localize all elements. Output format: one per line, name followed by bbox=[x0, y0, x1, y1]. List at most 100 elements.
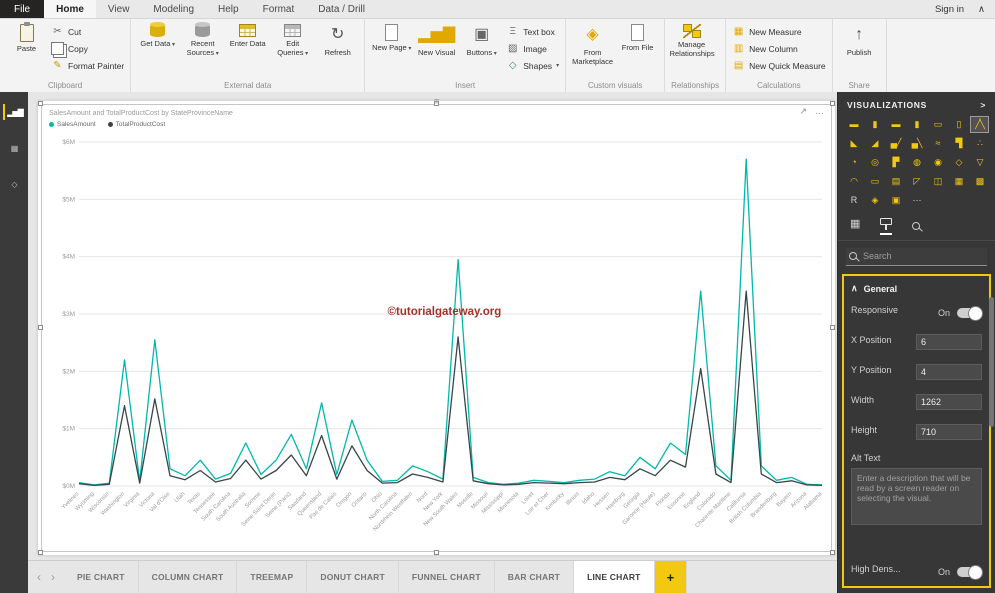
visual-type-100-stacked-bar-chart[interactable]: ▭ bbox=[928, 116, 947, 133]
visual-type-shape-map[interactable]: ◇ bbox=[949, 154, 968, 171]
report-page[interactable]: ≡ ↗ … SalesAmount and TotalProductCost b… bbox=[38, 96, 835, 555]
visual-type-r-script-visual[interactable]: R bbox=[844, 192, 863, 209]
responsive-toggle[interactable] bbox=[957, 305, 983, 321]
page-tab-column-chart[interactable]: COLUMN CHART bbox=[139, 561, 238, 593]
report-view-icon[interactable]: ▂▅▇ bbox=[3, 104, 25, 120]
ribbon-tab-modeling[interactable]: Modeling bbox=[141, 0, 206, 18]
image-button[interactable]: ▨ Image bbox=[506, 42, 559, 55]
visual-type-multi-row-card[interactable]: ▤ bbox=[886, 173, 905, 190]
visual-type-table[interactable]: ▦ bbox=[949, 173, 968, 190]
shapes-button[interactable]: ◇ Shapes ▾ bbox=[506, 59, 559, 72]
ribbon-tab-view[interactable]: View bbox=[96, 0, 142, 18]
visual-type-slicer[interactable]: ◫ bbox=[928, 173, 947, 190]
resize-handle[interactable] bbox=[830, 325, 835, 330]
visual-type-custom-visual[interactable]: ▣ bbox=[886, 192, 905, 209]
visual-type-pie-chart[interactable]: ◔ bbox=[844, 154, 863, 171]
search-box[interactable] bbox=[846, 248, 987, 266]
new-visual-button[interactable]: ▂▅▇ New Visual bbox=[416, 22, 457, 58]
x-position-input[interactable] bbox=[916, 334, 982, 350]
visual-type-map[interactable]: ◍ bbox=[907, 154, 926, 171]
visual-type-line-and-stacked-column-chart[interactable]: ▄╱ bbox=[886, 135, 905, 152]
visual-type-arcgis-map[interactable]: ◈ bbox=[865, 192, 884, 209]
data-view-icon[interactable]: ▦ bbox=[3, 140, 25, 156]
page-tab-donut-chart[interactable]: DONUT CHART bbox=[307, 561, 399, 593]
sign-in-link[interactable]: Sign in bbox=[935, 4, 964, 15]
page-tab-treemap[interactable]: TREEMAP bbox=[237, 561, 308, 593]
more-options-icon[interactable]: … bbox=[815, 106, 824, 117]
resize-handle[interactable] bbox=[830, 550, 835, 555]
fields-tab[interactable]: ▦ bbox=[850, 218, 860, 235]
new-column-button[interactable]: ▥ New Column bbox=[732, 42, 826, 55]
text-box-button[interactable]: Ξ Text box bbox=[506, 25, 559, 38]
new-page-button[interactable]: New Page ▾ bbox=[371, 22, 412, 53]
collapse-pane-icon[interactable]: > bbox=[980, 100, 986, 110]
visual-type-gauge[interactable]: ◠ bbox=[844, 173, 863, 190]
visual-type-card[interactable]: ▭ bbox=[865, 173, 884, 190]
drag-grip-icon[interactable]: ≡ bbox=[434, 96, 440, 107]
copy-button[interactable]: Copy bbox=[51, 42, 124, 55]
height-input[interactable] bbox=[916, 424, 982, 440]
ribbon-tab-file[interactable]: File bbox=[0, 0, 45, 18]
visual-type-donut-chart[interactable]: ◎ bbox=[865, 154, 884, 171]
ribbon-tab-data-drill[interactable]: Data / Drill bbox=[306, 0, 377, 18]
y-position-input[interactable] bbox=[916, 364, 982, 380]
visual-type-stacked-bar-chart[interactable]: ▬ bbox=[844, 116, 863, 133]
general-section-header[interactable]: ∧ General bbox=[851, 281, 982, 298]
visual-type-filled-map[interactable]: ◉ bbox=[928, 154, 947, 171]
visual-type-waterfall-chart[interactable]: ▜ bbox=[949, 135, 968, 152]
next-page-arrow[interactable]: › bbox=[46, 561, 60, 593]
paste-button[interactable]: Paste bbox=[6, 22, 47, 53]
resize-handle[interactable] bbox=[38, 550, 43, 555]
visual-type-treemap[interactable]: ▛ bbox=[886, 154, 905, 171]
model-view-icon[interactable]: ◇ bbox=[3, 176, 25, 192]
new-measure-button[interactable]: ▦ New Measure bbox=[732, 25, 826, 38]
from-marketplace-button[interactable]: ◈ From Marketplace bbox=[572, 22, 613, 67]
ribbon-tab-format[interactable]: Format bbox=[251, 0, 307, 18]
ribbon-tab-help[interactable]: Help bbox=[206, 0, 251, 18]
high-dens-toggle[interactable] bbox=[957, 564, 983, 580]
width-input[interactable] bbox=[916, 394, 982, 410]
recent-sources-button[interactable]: Recent Sources ▾ bbox=[182, 22, 223, 58]
visual-type-line-chart[interactable]: ╱╲ bbox=[970, 116, 989, 133]
page-tab-pie-chart[interactable]: PIE CHART bbox=[64, 561, 139, 593]
manage-relationships-button[interactable]: Manage Relationships bbox=[670, 22, 715, 58]
format-tab[interactable] bbox=[880, 218, 893, 235]
page-tab-bar-chart[interactable]: BAR CHART bbox=[495, 561, 575, 593]
line-chart-visual[interactable]: ≡ ↗ … SalesAmount and TotalProductCost b… bbox=[38, 96, 835, 555]
visual-type-100-stacked-column-chart[interactable]: ▯ bbox=[949, 116, 968, 133]
format-painter-button[interactable]: ✎ Format Painter bbox=[51, 59, 124, 72]
refresh-button[interactable]: ↻ Refresh bbox=[317, 22, 358, 58]
pane-scrollbar[interactable] bbox=[989, 297, 994, 427]
analytics-tab[interactable] bbox=[912, 218, 921, 235]
search-input[interactable] bbox=[863, 251, 984, 261]
ribbon-tab-home[interactable]: Home bbox=[44, 0, 96, 18]
buttons-button[interactable]: ▣ Buttons ▾ bbox=[461, 22, 502, 58]
new-quick-measure-button[interactable]: ▤ New Quick Measure bbox=[732, 59, 826, 72]
visual-type-funnel-chart[interactable]: ▽ bbox=[970, 154, 989, 171]
visual-type-line-and-clustered-column-chart[interactable]: ▄╲ bbox=[907, 135, 926, 152]
visual-type-matrix[interactable]: ▩ bbox=[970, 173, 989, 190]
focus-mode-icon[interactable]: ↗ bbox=[799, 106, 807, 117]
edit-queries-button[interactable]: Edit Queries ▾ bbox=[272, 22, 313, 58]
alt-text-input[interactable] bbox=[851, 468, 982, 525]
enter-data-button[interactable]: Enter Data bbox=[227, 22, 268, 48]
visual-type-more-visuals[interactable]: ⋯ bbox=[907, 192, 926, 209]
cut-button[interactable]: ✂ Cut bbox=[51, 25, 124, 38]
page-tab-funnel-chart[interactable]: FUNNEL CHART bbox=[399, 561, 495, 593]
visual-type-clustered-column-chart[interactable]: ▮ bbox=[907, 116, 926, 133]
publish-button[interactable]: ↑ Publish bbox=[839, 22, 880, 58]
visual-type-ribbon-chart[interactable]: ≈ bbox=[928, 135, 947, 152]
visual-type-kpi[interactable]: ◸ bbox=[907, 173, 926, 190]
resize-handle[interactable] bbox=[433, 550, 439, 555]
resize-handle[interactable] bbox=[38, 325, 43, 330]
visual-type-stacked-column-chart[interactable]: ▮ bbox=[865, 116, 884, 133]
visual-type-scatter-chart[interactable]: ∴ bbox=[970, 135, 989, 152]
prev-page-arrow[interactable]: ‹ bbox=[32, 561, 46, 593]
collapse-ribbon-icon[interactable]: ∧ bbox=[978, 4, 985, 15]
new-page-tab-button[interactable]: + bbox=[654, 561, 688, 593]
visual-type-stacked-area-chart[interactable]: ◢ bbox=[865, 135, 884, 152]
visual-type-area-chart[interactable]: ◣ bbox=[844, 135, 863, 152]
visual-type-clustered-bar-chart[interactable]: ▬ bbox=[886, 116, 905, 133]
from-file-button[interactable]: From File bbox=[617, 22, 658, 52]
resize-handle[interactable] bbox=[38, 101, 43, 106]
